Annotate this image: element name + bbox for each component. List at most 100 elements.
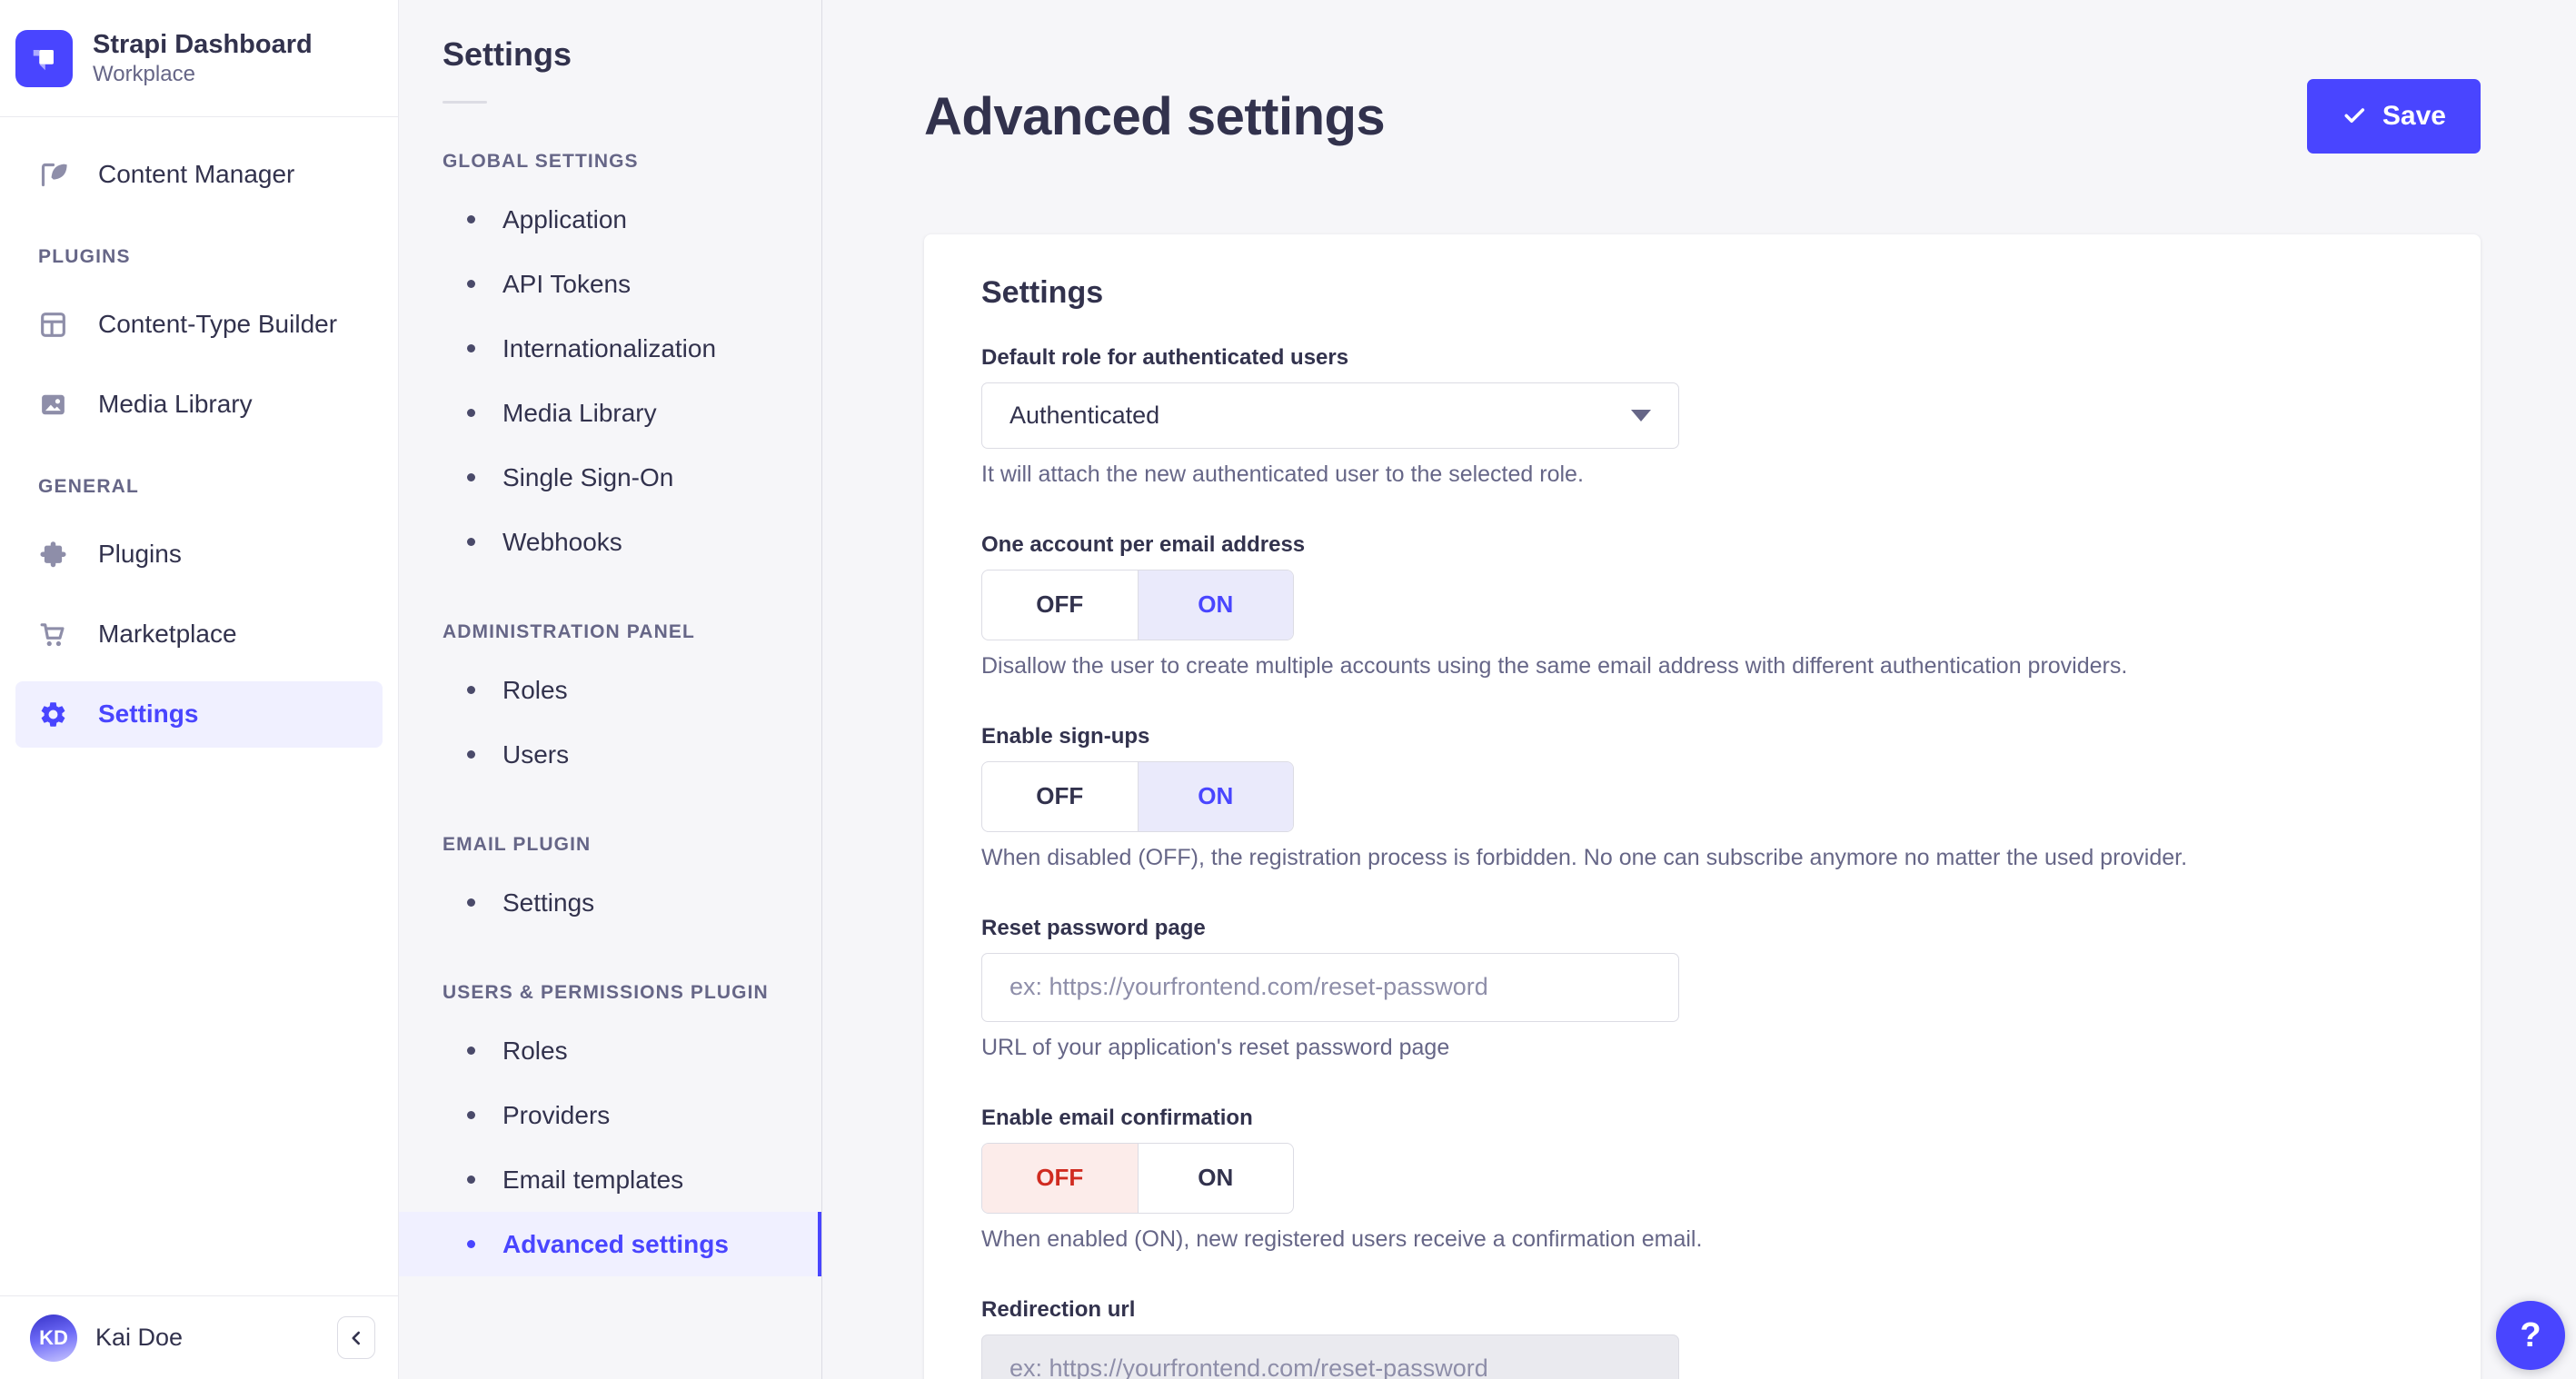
sidebar-item-label: Plugins bbox=[98, 540, 182, 569]
brand-title: Strapi Dashboard bbox=[93, 30, 313, 59]
field-label: Reset password page bbox=[981, 915, 1206, 940]
subnav-item-label: Single Sign-On bbox=[502, 462, 674, 491]
layout-icon bbox=[38, 310, 68, 340]
field-one-account-per-email: One account per email address OFF ON Dis… bbox=[981, 532, 2423, 680]
select-value: Authenticated bbox=[1010, 401, 1160, 429]
sidebar-item-label: Marketplace bbox=[98, 620, 237, 649]
sidebar-item-content-type-builder[interactable]: Content-Type Builder bbox=[15, 292, 383, 358]
puzzle-icon bbox=[38, 540, 68, 570]
subnav-item-roles[interactable]: Roles bbox=[399, 658, 821, 722]
enable-sign-ups-toggle: OFF ON bbox=[981, 760, 1294, 832]
caret-down-icon bbox=[1631, 409, 1651, 422]
sidebar-item-label: Media Library bbox=[98, 390, 253, 419]
bullet-icon bbox=[467, 686, 475, 694]
field-label: Default role for authenticated users bbox=[981, 344, 1349, 370]
field-label: Enable email confirmation bbox=[981, 1105, 1253, 1130]
field-enable-email-confirmation: Enable email confirmation OFF ON When en… bbox=[981, 1106, 2423, 1253]
subnav-item-up-roles[interactable]: Roles bbox=[399, 1018, 821, 1083]
brand-text: Strapi Dashboard Workplace bbox=[93, 29, 313, 88]
field-label: Redirection url bbox=[981, 1296, 1136, 1322]
user-name: Kai Doe bbox=[95, 1324, 184, 1351]
toggle-on-option[interactable]: ON bbox=[1137, 761, 1293, 831]
subnav-section-global-settings: GLOBAL SETTINGS bbox=[443, 151, 639, 172]
redirection-url-input bbox=[981, 1334, 1679, 1379]
user-area: KD Kai Doe bbox=[0, 1295, 398, 1379]
field-label: Enable sign-ups bbox=[981, 723, 1150, 749]
subnav-section-users-permissions-plugin: USERS & PERMISSIONS PLUGIN bbox=[443, 982, 769, 1003]
subnav-item-api-tokens[interactable]: API Tokens bbox=[399, 252, 821, 316]
sidebar-item-media-library[interactable]: Media Library bbox=[15, 372, 383, 438]
bullet-icon bbox=[467, 1176, 475, 1184]
question-mark-icon: ? bbox=[2520, 1315, 2541, 1354]
check-icon bbox=[2342, 104, 2367, 129]
sidebar-item-label: Content Manager bbox=[98, 160, 295, 189]
subnav-item-label: Roles bbox=[502, 1036, 568, 1065]
subnav-section-administration-panel: ADMINISTRATION PANEL bbox=[443, 621, 695, 642]
brand-subtitle: Workplace bbox=[93, 61, 195, 86]
page-header: Advanced settings Save bbox=[822, 0, 2576, 183]
gear-icon bbox=[38, 699, 68, 729]
subnav-item-single-sign-on[interactable]: Single Sign-On bbox=[399, 445, 821, 510]
toggle-off-option[interactable]: OFF bbox=[982, 762, 1138, 831]
subnav-item-label: Internationalization bbox=[502, 333, 717, 362]
bullet-icon bbox=[467, 280, 475, 288]
bullet-icon bbox=[467, 1240, 475, 1248]
bullet-icon bbox=[467, 750, 475, 759]
bullet-icon bbox=[467, 1047, 475, 1055]
sidebar-item-content-manager[interactable]: Content Manager bbox=[15, 142, 383, 208]
subnav-item-advanced-settings[interactable]: Advanced settings bbox=[399, 1212, 821, 1276]
bullet-icon bbox=[467, 409, 475, 417]
subnav-item-label: Application bbox=[502, 204, 627, 233]
card-title: Settings bbox=[981, 274, 1104, 310]
sidebar-item-label: Settings bbox=[98, 699, 199, 729]
field-enable-sign-ups: Enable sign-ups OFF ON When disabled (OF… bbox=[981, 724, 2423, 871]
subnav-title: Settings bbox=[443, 35, 572, 73]
default-role-select[interactable]: Authenticated bbox=[981, 382, 1679, 449]
toggle-off-option[interactable]: OFF bbox=[982, 570, 1138, 640]
bullet-icon bbox=[467, 1111, 475, 1119]
reset-password-page-input[interactable] bbox=[981, 952, 1679, 1022]
field-label: One account per email address bbox=[981, 531, 1306, 557]
field-hint: It will attach the new authenticated use… bbox=[981, 461, 1584, 487]
brand[interactable]: Strapi Dashboard Workplace bbox=[0, 0, 398, 116]
sidebar-item-marketplace[interactable]: Marketplace bbox=[15, 601, 383, 668]
field-hint: URL of your application's reset password… bbox=[981, 1034, 1450, 1060]
enable-email-confirmation-toggle: OFF ON bbox=[981, 1142, 1294, 1214]
bullet-icon bbox=[467, 344, 475, 352]
subnav-item-users[interactable]: Users bbox=[399, 722, 821, 787]
bullet-icon bbox=[467, 215, 475, 223]
toggle-on-option[interactable]: ON bbox=[1137, 1143, 1294, 1213]
subnav-section-email-plugin: EMAIL PLUGIN bbox=[443, 834, 592, 855]
subnav-item-webhooks[interactable]: Webhooks bbox=[399, 510, 821, 574]
subnav-item-media-library[interactable]: Media Library bbox=[399, 381, 821, 445]
subnav-item-application[interactable]: Application bbox=[399, 187, 821, 252]
settings-card: Settings Default role for authenticated … bbox=[924, 233, 2481, 1379]
strapi-logo-icon bbox=[15, 29, 73, 87]
toggle-off-option[interactable]: OFF bbox=[982, 1143, 1138, 1213]
subnav-item-email-settings[interactable]: Settings bbox=[399, 870, 821, 935]
subnav-item-label: Settings bbox=[502, 888, 595, 917]
subnav-item-email-templates[interactable]: Email templates bbox=[399, 1147, 821, 1212]
field-default-role: Default role for authenticated users Aut… bbox=[981, 345, 2423, 488]
toggle-on-option[interactable]: ON bbox=[1137, 570, 1293, 640]
subnav-item-providers[interactable]: Providers bbox=[399, 1083, 821, 1147]
save-button[interactable]: Save bbox=[2306, 79, 2481, 154]
subnav-item-label: Media Library bbox=[502, 398, 657, 427]
bullet-icon bbox=[467, 538, 475, 546]
subnav-item-label: Email templates bbox=[502, 1165, 684, 1194]
one-account-toggle: OFF ON bbox=[981, 569, 1294, 640]
sidebar-item-settings[interactable]: Settings bbox=[15, 680, 383, 748]
field-hint: Disallow the user to create multiple acc… bbox=[981, 652, 2128, 679]
sidebar-item-plugins[interactable]: Plugins bbox=[15, 521, 383, 588]
help-button[interactable]: ? bbox=[2496, 1301, 2565, 1370]
main-sidebar: Strapi Dashboard Workplace Content Manag… bbox=[0, 0, 399, 1379]
subnav-item-internationalization[interactable]: Internationalization bbox=[399, 316, 821, 381]
collapse-sidebar-button[interactable] bbox=[337, 1316, 375, 1359]
page-title: Advanced settings bbox=[924, 86, 1386, 146]
bullet-icon bbox=[467, 473, 475, 481]
field-hint: When enabled (ON), new registered users … bbox=[981, 1225, 1703, 1252]
avatar: KD bbox=[30, 1314, 77, 1362]
field-hint: When disabled (OFF), the registration pr… bbox=[981, 844, 2188, 870]
chevron-left-icon bbox=[344, 1326, 368, 1350]
write-icon bbox=[38, 160, 68, 190]
